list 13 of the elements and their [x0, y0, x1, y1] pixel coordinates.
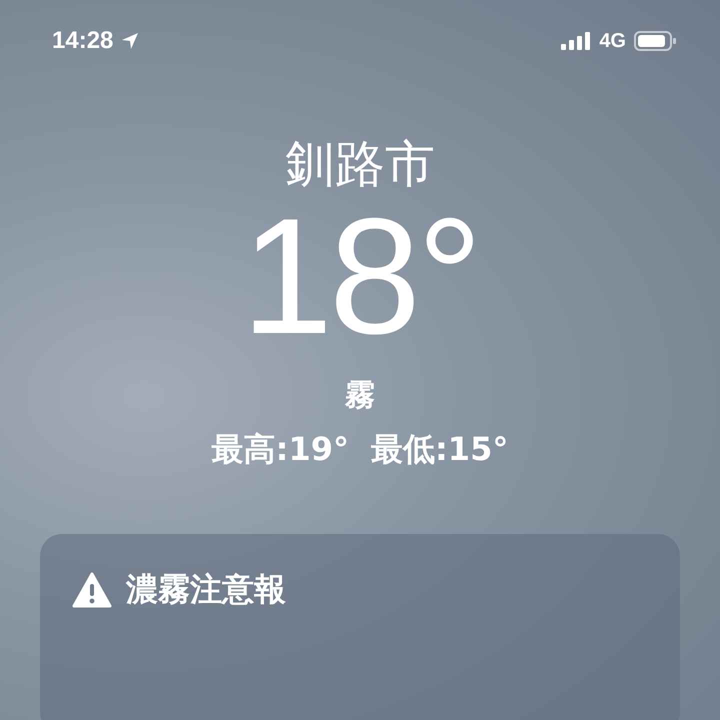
low-temperature: 最低:15° — [371, 429, 508, 470]
warning-icon — [72, 572, 112, 608]
network-label: 4G — [599, 30, 626, 52]
signal-icon — [561, 32, 592, 50]
status-time: 14:28 — [52, 27, 114, 55]
weather-condition: 霧 — [345, 377, 375, 415]
current-temperature: 18° — [241, 194, 479, 359]
location-arrow-icon — [121, 32, 140, 50]
alert-card[interactable]: 濃霧注意報 — [40, 534, 680, 720]
alert-title: 濃霧注意報 — [126, 569, 286, 610]
battery-icon — [634, 31, 676, 51]
high-temperature: 最高:19° — [212, 429, 349, 470]
city-name: 釧路市 — [285, 134, 435, 194]
